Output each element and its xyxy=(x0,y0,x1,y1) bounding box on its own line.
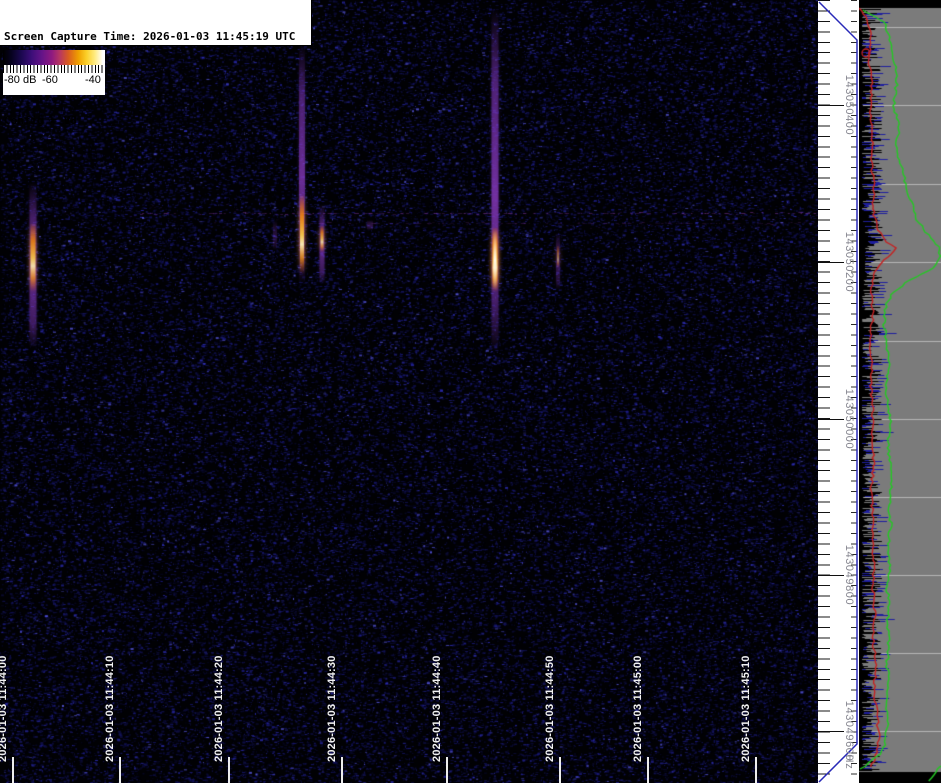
time-label: 2026-01-03 11:45:10 xyxy=(740,655,754,762)
time-label: 2026-01-03 11:44:20 xyxy=(213,655,227,762)
time-tick xyxy=(559,757,561,783)
frequency-label: 143049800 xyxy=(843,545,855,605)
time-tick xyxy=(119,757,121,783)
time-tick xyxy=(341,757,343,783)
time-tick xyxy=(12,757,14,783)
time-tick xyxy=(228,757,230,783)
frequency-major-tick xyxy=(818,731,844,732)
frequency-major-tick xyxy=(818,575,844,576)
time-label: 2026-01-03 11:44:00 xyxy=(0,655,11,762)
frequency-major-tick xyxy=(818,105,844,106)
colorbar-label-max: -40 xyxy=(85,74,101,86)
intensity-colorbar: -80 dB -60 -40 xyxy=(3,50,105,95)
frequency-label: 143050400 xyxy=(843,75,855,135)
capture-info-box: Screen Capture Time: 2026-01-03 11:45:19… xyxy=(0,0,312,46)
time-tick xyxy=(755,757,757,783)
frequency-scale: 143050400 143050200 143050000 143049800 1430… xyxy=(818,0,859,783)
time-tick xyxy=(647,757,649,783)
frequency-unit-label: Hz xyxy=(843,755,855,770)
time-label: 2026-01-03 11:44:40 xyxy=(431,655,445,762)
frequency-label: 143049600 xyxy=(843,701,855,761)
spectrogram-screen-capture: 2026-01-03 11:44:00 2026-01-03 11:44:10 20… xyxy=(0,0,941,783)
spectrum-graph-panel xyxy=(859,0,941,783)
time-tick xyxy=(446,757,448,783)
time-label: 2026-01-03 11:45:00 xyxy=(632,655,646,762)
time-label: 2026-01-03 11:44:50 xyxy=(544,655,558,762)
capture-time-text: Screen Capture Time: 2026-01-03 11:45:19… xyxy=(4,30,307,44)
colorbar-gradient xyxy=(3,50,105,65)
frequency-major-tick xyxy=(818,419,844,420)
time-label: 2026-01-03 11:44:10 xyxy=(104,655,118,762)
frequency-major-tick xyxy=(818,262,844,263)
colorbar-labels: -80 dB -60 -40 xyxy=(3,73,105,89)
config-text: Config = V8 xyxy=(4,114,307,128)
colorbar-ticks xyxy=(3,65,105,73)
colorbar-label-min: -80 dB xyxy=(4,74,36,86)
frequency-label: 143050200 xyxy=(843,232,855,292)
time-label: 2026-01-03 11:44:30 xyxy=(326,655,340,762)
frequency-label: 143050000 xyxy=(843,389,855,449)
colorbar-label-mid: -60 xyxy=(42,74,58,86)
